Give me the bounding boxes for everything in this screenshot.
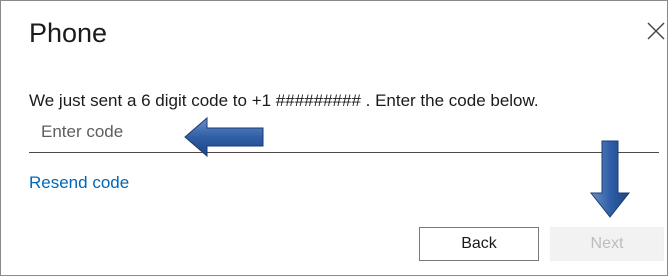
arrow-left-icon — [183, 115, 267, 159]
close-button[interactable] — [646, 21, 666, 41]
dialog-title: Phone — [29, 18, 108, 48]
back-button[interactable]: Back — [419, 227, 539, 261]
resend-code-link[interactable]: Resend code — [29, 171, 129, 195]
instruction-text: We just sent a 6 digit code to +1 ######… — [29, 91, 539, 110]
phone-verification-dialog: Phone We just sent a 6 digit code to +1 … — [0, 0, 668, 276]
arrow-down-icon — [589, 139, 631, 219]
next-button[interactable]: Next — [550, 227, 664, 261]
close-icon — [646, 21, 666, 41]
code-input[interactable] — [29, 111, 659, 153]
